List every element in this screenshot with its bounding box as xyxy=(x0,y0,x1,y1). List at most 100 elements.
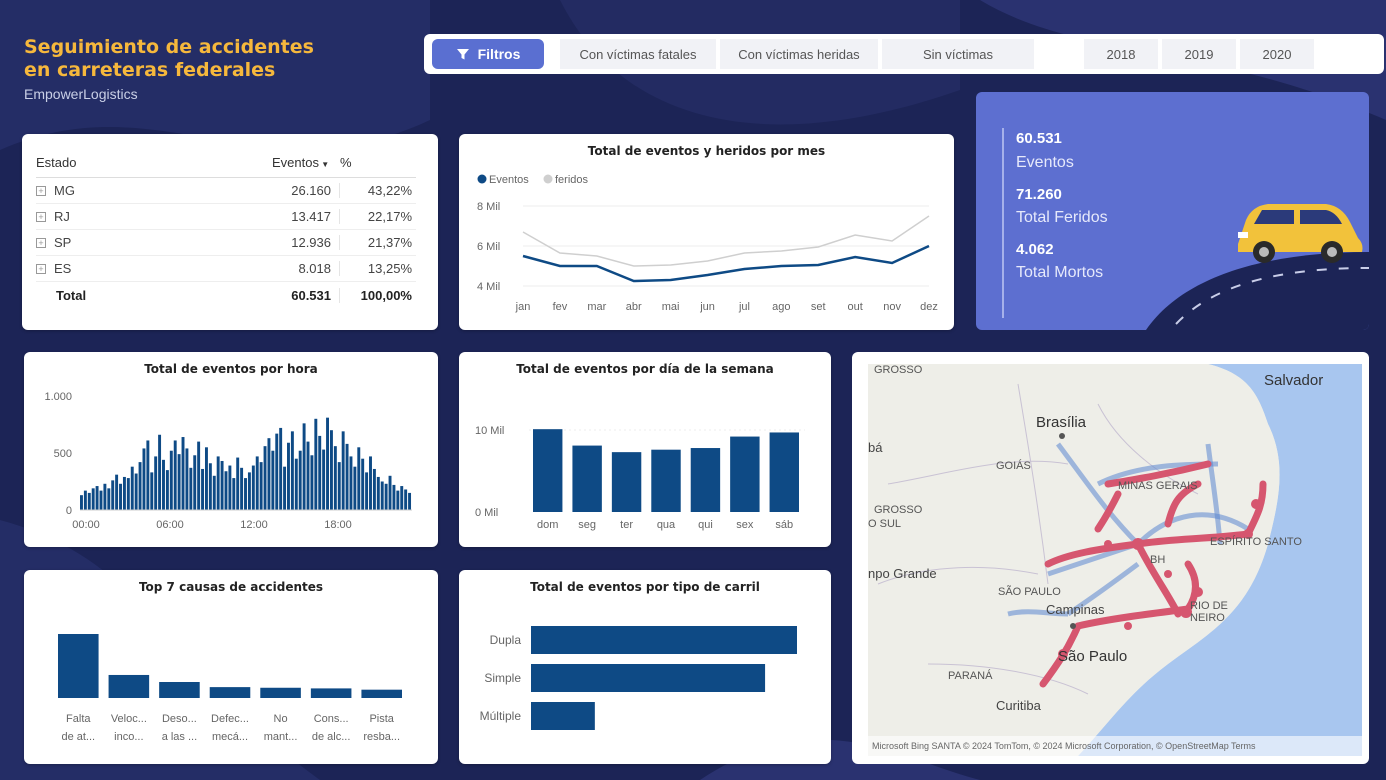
map-label: O SUL xyxy=(868,518,902,530)
expand-icon[interactable]: + xyxy=(36,211,46,222)
hour-bar xyxy=(181,437,185,510)
legend-label: Eventos xyxy=(489,174,529,186)
hour-bar xyxy=(240,467,244,510)
y-tick-label: 10 Mil xyxy=(475,425,504,437)
year-2020-button[interactable]: 2020 xyxy=(1240,39,1314,69)
kpi-card: 60.531 Eventos 71.260 Total Feridos 4.06… xyxy=(976,92,1369,330)
hour-bar xyxy=(275,433,279,510)
legend-label: feridos xyxy=(555,174,589,186)
x-tick-label: dez xyxy=(920,301,938,313)
cause-label: Falta xyxy=(66,713,91,725)
cause-bar xyxy=(310,688,352,698)
funnel-icon xyxy=(456,49,469,60)
monthly-chart-card: Total de eventos y heridos por mes 4 Mil… xyxy=(459,134,954,330)
hour-bar xyxy=(353,466,357,510)
table-row[interactable]: + ES 8.018 13,25% xyxy=(36,256,416,282)
table-row[interactable]: + SP 12.936 21,37% xyxy=(36,230,416,256)
x-tick-label: 12:00 xyxy=(240,519,268,531)
map-base xyxy=(868,364,1362,756)
expand-icon[interactable]: + xyxy=(36,185,46,196)
hour-bar xyxy=(80,495,83,510)
cause-label: Cons... xyxy=(314,713,349,725)
x-tick-label: 18:00 xyxy=(324,519,352,531)
x-tick-label: 06:00 xyxy=(156,519,184,531)
cause-label: No xyxy=(274,713,288,725)
hour-bar xyxy=(376,476,380,510)
table-row[interactable]: + MG 26.160 43,22% xyxy=(36,178,416,204)
expand-icon[interactable]: + xyxy=(36,237,46,248)
hour-bar xyxy=(91,488,95,510)
hour-bar xyxy=(177,454,181,510)
monthly-line-chart: 4 Mil 6 Mil 8 Mil jan fev mar abr mai jun jul ago s… xyxy=(477,174,938,313)
map-label: Brasília xyxy=(1036,414,1087,431)
table-row[interactable]: + RJ 13.417 22,17% xyxy=(36,204,416,230)
hour-bar xyxy=(349,456,353,510)
x-tick-label: dom xyxy=(537,519,558,531)
map-label: Salvador xyxy=(1264,372,1324,389)
lane-bar-chart: Dupla Simple Múltiple xyxy=(480,626,797,730)
cause-label: de at... xyxy=(61,731,95,743)
hour-bar xyxy=(369,456,372,510)
table-total-row: Total 60.531 100,00% xyxy=(56,287,412,303)
hour-bar xyxy=(216,456,220,510)
hour-bar xyxy=(306,441,310,510)
y-tick-label: 0 xyxy=(66,505,72,517)
road-car-illustration xyxy=(1146,204,1369,330)
x-tick-label: abr xyxy=(626,301,642,313)
x-tick-label: jul xyxy=(738,301,750,313)
y-tick-label: 1.000 xyxy=(44,391,72,403)
hour-bar xyxy=(201,468,205,510)
hour-bar xyxy=(322,449,326,510)
filters-button[interactable]: Filtros xyxy=(432,39,544,69)
company-name: EmpowerLogistics xyxy=(24,86,138,102)
map-label: PARANÁ xyxy=(948,670,993,682)
year-2019-button[interactable]: 2019 xyxy=(1162,39,1236,69)
hour-bar xyxy=(287,442,290,510)
cause-label: Defec... xyxy=(211,713,249,725)
filter-no-victims[interactable]: Sin víctimas xyxy=(882,39,1034,69)
cause-label: de alc... xyxy=(312,731,351,743)
hour-bar xyxy=(404,489,408,510)
map-label: GROSSO xyxy=(874,504,923,516)
hour-bar xyxy=(318,435,322,510)
hour-bar xyxy=(341,431,345,510)
hour-bar xyxy=(310,455,314,510)
hour-bar xyxy=(372,468,376,510)
hour-bar xyxy=(107,488,111,510)
cause-label: mecá... xyxy=(212,731,248,743)
cause-label: Veloc... xyxy=(111,713,147,725)
expand-icon[interactable]: + xyxy=(36,263,46,274)
hour-bar xyxy=(255,456,259,510)
hour-bar xyxy=(361,458,365,510)
filter-injured-victims[interactable]: Con víctimas heridas xyxy=(720,39,878,69)
hour-bar xyxy=(267,438,271,510)
x-tick-label: 00:00 xyxy=(72,519,100,531)
hour-bar xyxy=(95,486,99,510)
lane-label: Múltiple xyxy=(480,709,522,723)
col-pct-header[interactable]: % xyxy=(340,155,412,170)
weekday-bar xyxy=(533,429,563,512)
hour-bar xyxy=(314,418,318,510)
hour-bar xyxy=(337,462,341,510)
hour-bar xyxy=(122,476,126,510)
year-2018-button[interactable]: 2018 xyxy=(1084,39,1158,69)
x-tick-label: set xyxy=(811,301,826,313)
x-tick-label: mai xyxy=(662,301,680,313)
hour-bar xyxy=(126,478,130,510)
lane-bar xyxy=(531,664,766,692)
map-label: GROSSO xyxy=(874,364,923,376)
accident-map[interactable]: GROSSO Salvador Brasília bá GOIÁS MINAS … xyxy=(868,364,1362,756)
y-tick-label: 8 Mil xyxy=(477,201,500,213)
cause-bar xyxy=(260,687,301,698)
hour-bar xyxy=(189,467,193,510)
map-label: BH xyxy=(1150,554,1166,566)
hour-bar xyxy=(329,430,333,510)
hour-bar xyxy=(259,462,263,510)
sort-desc-icon: ▼ xyxy=(318,160,330,169)
col-eventos-header[interactable]: Eventos ▼ xyxy=(268,155,340,170)
hour-bar xyxy=(103,483,107,510)
filter-fatal-victims[interactable]: Con víctimas fatales xyxy=(560,39,716,69)
hour-bar xyxy=(212,475,216,510)
hour-bar xyxy=(290,431,294,510)
col-estado-header[interactable]: Estado xyxy=(36,155,268,170)
